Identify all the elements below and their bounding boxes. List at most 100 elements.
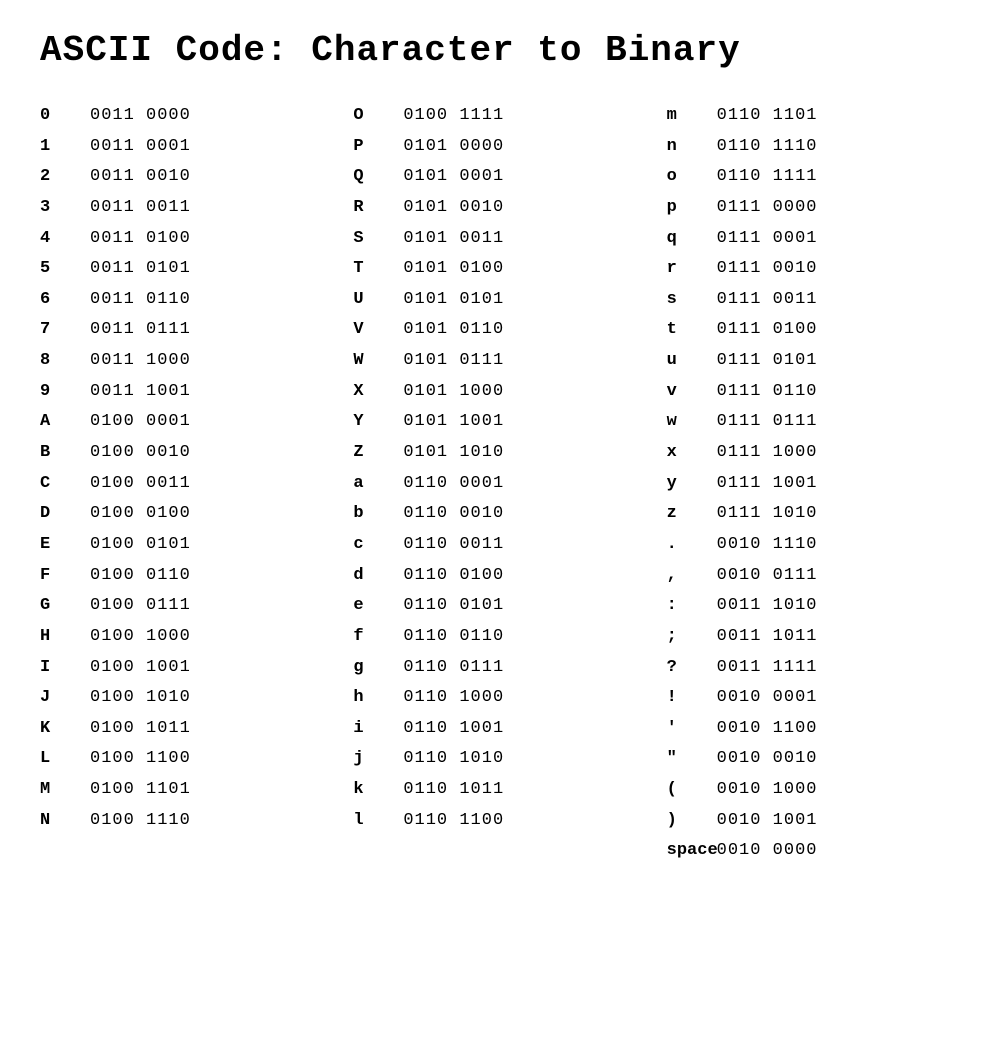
- char-cell: V: [353, 318, 403, 343]
- table-row: o0110 1111: [667, 162, 960, 193]
- table-row: V0101 0110: [353, 315, 646, 346]
- table-row: m0110 1101: [667, 101, 960, 132]
- binary-cell: 0101 1010: [403, 441, 504, 466]
- char-cell: k: [353, 778, 403, 803]
- binary-cell: 0010 0111: [717, 564, 818, 589]
- binary-cell: 0011 0101: [90, 257, 191, 282]
- table-row: Y0101 1001: [353, 407, 646, 438]
- binary-cell: 0011 0111: [90, 318, 191, 343]
- char-cell: c: [353, 533, 403, 558]
- table-row: '0010 1100: [667, 714, 960, 745]
- binary-cell: 0111 0001: [717, 227, 818, 252]
- table-row: 20011 0010: [40, 162, 333, 193]
- table-row: r0111 0010: [667, 254, 960, 285]
- binary-cell: 0111 0100: [717, 318, 818, 343]
- char-cell: space: [667, 839, 717, 864]
- table-row: T0101 0100: [353, 254, 646, 285]
- char-cell: 9: [40, 380, 90, 405]
- table-row: v0111 0110: [667, 377, 960, 408]
- char-cell: 8: [40, 349, 90, 374]
- binary-cell: 0110 0010: [403, 502, 504, 527]
- table-row: 10011 0001: [40, 132, 333, 163]
- binary-cell: 0100 0001: [90, 410, 191, 435]
- table-row: i0110 1001: [353, 714, 646, 745]
- char-cell: M: [40, 778, 90, 803]
- column-0: 00011 000010011 000120011 001030011 0011…: [40, 101, 333, 867]
- char-cell: N: [40, 809, 90, 834]
- binary-cell: 0010 1100: [717, 717, 818, 742]
- table-row: U0101 0101: [353, 285, 646, 316]
- char-cell: 3: [40, 196, 90, 221]
- binary-cell: 0110 0011: [403, 533, 504, 558]
- table-row: 40011 0100: [40, 224, 333, 255]
- char-cell: p: [667, 196, 717, 221]
- char-cell: ;: [667, 625, 717, 650]
- table-row: j0110 1010: [353, 744, 646, 775]
- binary-cell: 0100 0101: [90, 533, 191, 558]
- char-cell: o: [667, 165, 717, 190]
- char-cell: 5: [40, 257, 90, 282]
- table-row: d0110 0100: [353, 561, 646, 592]
- char-cell: .: [667, 533, 717, 558]
- table-row: t0111 0100: [667, 315, 960, 346]
- binary-cell: 0011 0010: [90, 165, 191, 190]
- char-cell: ': [667, 717, 717, 742]
- char-cell: t: [667, 318, 717, 343]
- table-row: !0010 0001: [667, 683, 960, 714]
- binary-cell: 0101 0011: [403, 227, 504, 252]
- binary-cell: 0111 1000: [717, 441, 818, 466]
- binary-cell: 0110 0101: [403, 594, 504, 619]
- table-row: 70011 0111: [40, 315, 333, 346]
- char-cell: s: [667, 288, 717, 313]
- table-row: g0110 0111: [353, 653, 646, 684]
- char-cell: b: [353, 502, 403, 527]
- char-cell: r: [667, 257, 717, 282]
- char-cell: 6: [40, 288, 90, 313]
- binary-cell: 0101 0110: [403, 318, 504, 343]
- table-row: z0111 1010: [667, 499, 960, 530]
- table-row: 80011 1000: [40, 346, 333, 377]
- binary-cell: 0011 0001: [90, 135, 191, 160]
- char-cell: m: [667, 104, 717, 129]
- table-row: H0100 1000: [40, 622, 333, 653]
- char-cell: ": [667, 747, 717, 772]
- char-cell: 1: [40, 135, 90, 160]
- table-row: u0111 0101: [667, 346, 960, 377]
- table-row: E0100 0101: [40, 530, 333, 561]
- binary-cell: 0100 0111: [90, 594, 191, 619]
- column-1: O0100 1111P0101 0000Q0101 0001R0101 0010…: [353, 101, 646, 867]
- table-row: h0110 1000: [353, 683, 646, 714]
- binary-cell: 0011 0000: [90, 104, 191, 129]
- table-row: O0100 1111: [353, 101, 646, 132]
- char-cell: ?: [667, 656, 717, 681]
- char-cell: F: [40, 564, 90, 589]
- char-cell: :: [667, 594, 717, 619]
- char-cell: U: [353, 288, 403, 313]
- table-row: S0101 0011: [353, 224, 646, 255]
- binary-cell: 0110 1111: [717, 165, 818, 190]
- binary-cell: 0100 1010: [90, 686, 191, 711]
- binary-cell: 0110 1010: [403, 747, 504, 772]
- table-row: .0010 1110: [667, 530, 960, 561]
- binary-cell: 0010 1110: [717, 533, 818, 558]
- table-row: ?0011 1111: [667, 653, 960, 684]
- char-cell: P: [353, 135, 403, 160]
- table-row: "0010 0010: [667, 744, 960, 775]
- binary-cell: 0100 1110: [90, 809, 191, 834]
- char-cell: ,: [667, 564, 717, 589]
- binary-cell: 0111 0110: [717, 380, 818, 405]
- table-row: F0100 0110: [40, 561, 333, 592]
- table-row: N0100 1110: [40, 806, 333, 837]
- char-cell: C: [40, 472, 90, 497]
- char-cell: D: [40, 502, 90, 527]
- char-cell: 0: [40, 104, 90, 129]
- table-row: I0100 1001: [40, 653, 333, 684]
- binary-cell: 0110 0001: [403, 472, 504, 497]
- char-cell: W: [353, 349, 403, 374]
- table-row: (0010 1000: [667, 775, 960, 806]
- binary-cell: 0111 0010: [717, 257, 818, 282]
- char-cell: K: [40, 717, 90, 742]
- table-row: a0110 0001: [353, 469, 646, 500]
- table-row: e0110 0101: [353, 591, 646, 622]
- binary-cell: 0101 0101: [403, 288, 504, 313]
